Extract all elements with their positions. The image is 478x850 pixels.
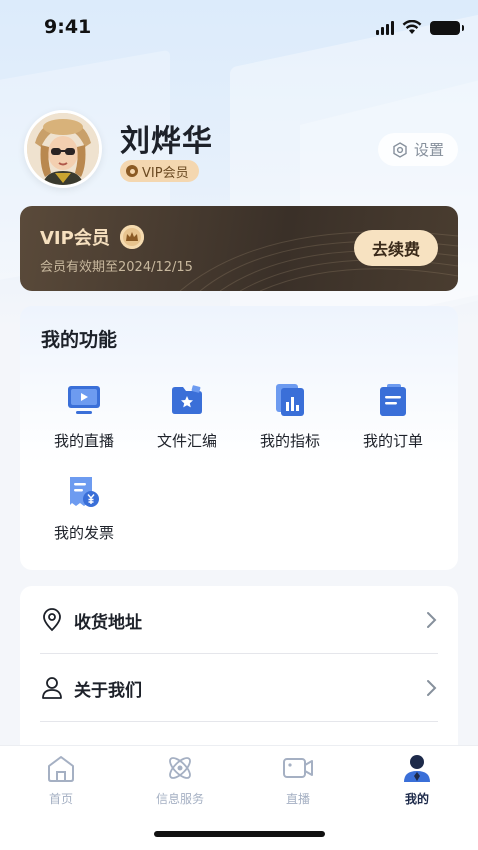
folder-star-icon: [167, 380, 207, 420]
settings-menu-list: 收货地址 关于我们: [20, 586, 458, 756]
tab-live[interactable]: 直播: [238, 752, 358, 807]
status-time: 9:41: [44, 16, 92, 38]
invoice-yuan-icon: [64, 472, 104, 512]
location-pin-icon: [40, 608, 64, 632]
vip-card-title: VIP会员: [40, 228, 110, 249]
status-bar: 9:41: [0, 0, 478, 56]
cellular-signal-icon: [376, 20, 394, 35]
battery-icon: [430, 20, 464, 35]
chart-document-icon: [270, 380, 310, 420]
vip-membership-card: VIP会员 会员有效期至2024/12/15 去续费: [20, 206, 458, 291]
menu-item-shipping-address[interactable]: 收货地址: [40, 586, 438, 654]
chevron-right-icon: [427, 612, 437, 628]
chevron-right-icon: [427, 680, 437, 696]
tab-home[interactable]: 首页: [1, 752, 121, 807]
function-my-indicators[interactable]: 我的指标: [240, 380, 340, 460]
tab-info-services[interactable]: 信息服务: [120, 752, 240, 807]
atom-icon: [164, 752, 196, 784]
my-functions-card: 我的功能 我的直播 文件汇编 我的指标 我的订单 我的发票: [20, 306, 458, 570]
live-tv-icon: [64, 380, 104, 420]
tab-mine[interactable]: 我的: [357, 752, 477, 807]
user-outline-icon: [40, 676, 64, 700]
vip-expiry-date: 会员有效期至2024/12/15: [40, 260, 193, 275]
divider: [40, 721, 438, 722]
vip-badge-icon: [126, 165, 138, 177]
settings-hex-icon: [393, 141, 407, 158]
function-file-compilation[interactable]: 文件汇编: [137, 380, 237, 460]
vip-badge-label: VIP会员: [142, 165, 189, 181]
function-my-invoices[interactable]: 我的发票: [34, 472, 134, 552]
person-icon: [401, 752, 433, 784]
renew-button[interactable]: 去续费: [354, 230, 438, 266]
user-name: 刘烨华: [120, 124, 213, 159]
home-indicator[interactable]: [154, 831, 325, 837]
wifi-icon: [402, 20, 422, 34]
settings-label: 设置: [413, 141, 444, 159]
crown-icon: [119, 225, 144, 249]
settings-button[interactable]: 设置: [378, 133, 458, 166]
functions-title: 我的功能: [41, 329, 118, 351]
function-my-orders[interactable]: 我的订单: [343, 380, 443, 460]
function-my-live[interactable]: 我的直播: [34, 380, 134, 460]
menu-item-about-us[interactable]: 关于我们: [40, 654, 438, 722]
vip-status-badge: VIP会员: [120, 160, 199, 182]
order-clipboard-icon: [373, 380, 413, 420]
avatar[interactable]: [24, 110, 102, 188]
home-icon: [45, 752, 77, 784]
video-camera-icon: [282, 752, 314, 784]
